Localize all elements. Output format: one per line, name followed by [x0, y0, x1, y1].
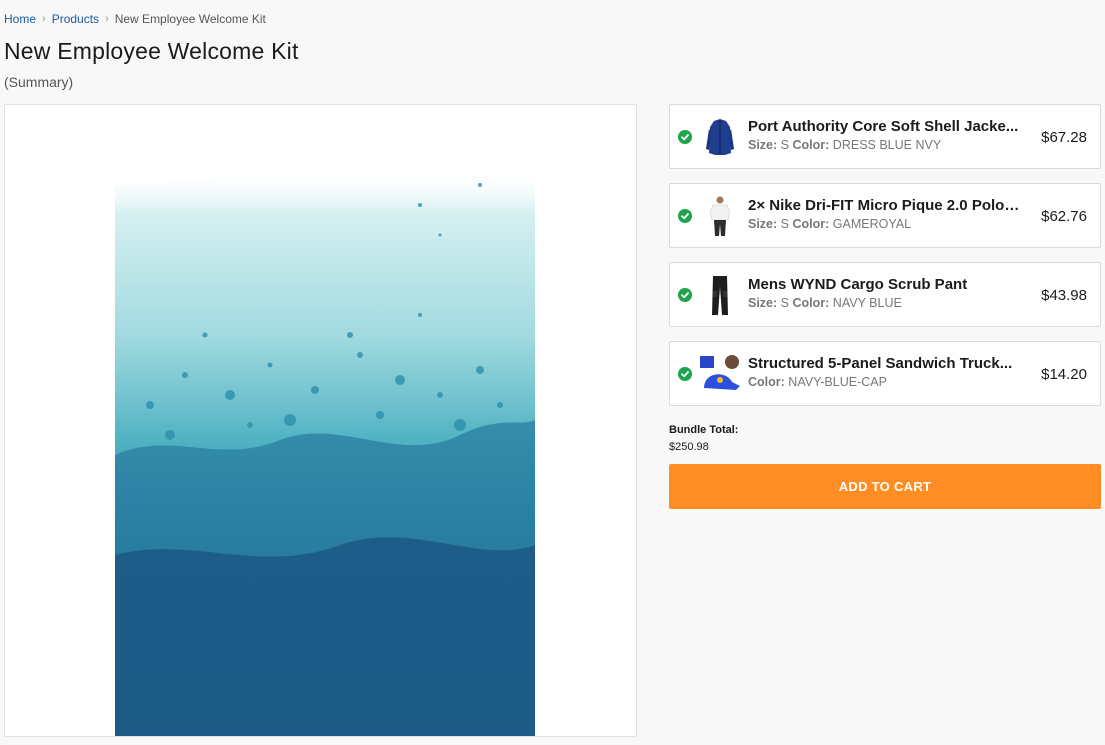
add-to-cart-button[interactable]: ADD TO CART: [669, 464, 1101, 509]
item-name[interactable]: Structured 5-Panel Sandwich Truck...: [748, 355, 1020, 372]
bundle-item[interactable]: 2× Nike Dri-FIT Micro Pique 2.0 Polo ...…: [669, 183, 1101, 248]
color-label: Color:: [792, 296, 830, 310]
color-label: Color:: [748, 375, 785, 389]
item-attributes: Size: S Color: GAMEROYAL: [748, 217, 911, 231]
watercolor-artwork: [115, 167, 535, 736]
bundle-item[interactable]: Port Authority Core Soft Shell Jacke... S…: [669, 104, 1101, 169]
item-price: $62.76: [1041, 208, 1087, 225]
item-name[interactable]: Mens WYND Cargo Scrub Pant: [748, 276, 1020, 293]
item-attributes: Size: S Color: NAVY BLUE: [748, 296, 902, 310]
color-value: NAVY BLUE: [832, 296, 902, 310]
item-attributes: Color: NAVY-BLUE-CAP: [748, 375, 887, 389]
polo-thumbnail: [698, 194, 742, 238]
size-label: Size:: [748, 296, 778, 310]
breadcrumb: Home › Products › New Employee Welcome K…: [4, 12, 266, 26]
bundle-item[interactable]: Mens WYND Cargo Scrub Pant Size: S Color:…: [669, 262, 1101, 327]
bundle-item[interactable]: Structured 5-Panel Sandwich Truck... Colo…: [669, 341, 1101, 406]
breadcrumb-current: New Employee Welcome Kit: [114, 12, 266, 26]
color-value: DRESS BLUE NVY: [832, 138, 942, 152]
item-price: $43.98: [1041, 287, 1087, 304]
color-label: Color:: [792, 138, 830, 152]
color-value: NAVY-BLUE-CAP: [788, 375, 887, 389]
cap-thumbnail: [698, 352, 742, 396]
item-price: $67.28: [1041, 129, 1087, 146]
check-circle-icon: [678, 367, 692, 381]
page-title: New Employee Welcome Kit: [4, 38, 299, 64]
product-page: Home › Products › New Employee Welcome K…: [0, 0, 1105, 745]
check-circle-icon: [678, 209, 692, 223]
check-circle-icon: [678, 288, 692, 302]
bundle-total-label: Bundle Total:: [669, 424, 739, 436]
page-subtitle: (Summary): [4, 74, 74, 90]
bundle-total-value: $250.98: [669, 441, 709, 453]
item-name[interactable]: Port Authority Core Soft Shell Jacke...: [748, 118, 1020, 135]
size-label: Size:: [748, 138, 778, 152]
color-value: GAMEROYAL: [832, 217, 912, 231]
size-value: S: [780, 138, 790, 152]
bundle-items: Port Authority Core Soft Shell Jacke... S…: [669, 104, 1101, 420]
chevron-right-icon: ›: [42, 13, 46, 25]
item-attributes: Size: S Color: DRESS BLUE NVY: [748, 138, 941, 152]
item-name[interactable]: 2× Nike Dri-FIT Micro Pique 2.0 Polo ...: [748, 197, 1020, 214]
color-label: Color:: [792, 217, 830, 231]
item-price: $14.20: [1041, 366, 1087, 383]
pants-thumbnail: [698, 273, 742, 317]
breadcrumb-products[interactable]: Products: [52, 12, 99, 26]
jacket-thumbnail: [698, 115, 742, 159]
check-circle-icon: [678, 130, 692, 144]
product-image[interactable]: [4, 104, 637, 737]
chevron-right-icon: ›: [105, 13, 109, 25]
size-label: Size:: [748, 217, 778, 231]
breadcrumb-home[interactable]: Home: [4, 12, 36, 26]
size-value: S: [780, 296, 790, 310]
size-value: S: [780, 217, 790, 231]
